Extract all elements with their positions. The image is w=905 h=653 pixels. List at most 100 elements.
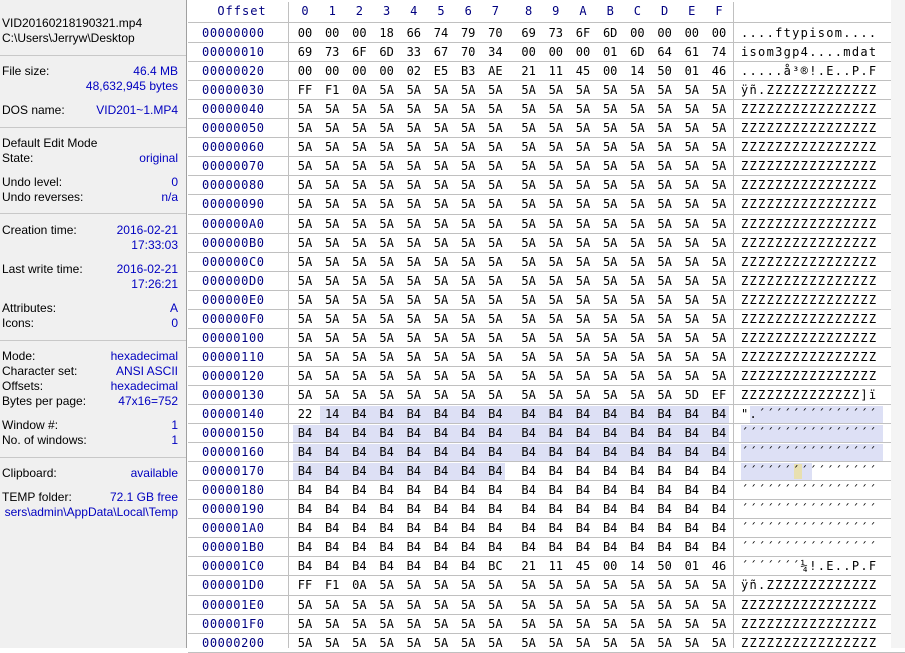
hex-byte[interactable]: 5A [546,312,566,326]
hex-byte[interactable]: 5A [458,121,478,135]
hex-byte[interactable]: 5A [485,598,505,612]
hex-byte[interactable]: 5A [295,312,315,326]
hex-byte[interactable]: B4 [458,540,478,554]
hex-byte[interactable]: 5A [682,159,702,173]
hex-byte[interactable]: 5A [546,197,566,211]
hex-byte[interactable]: 5A [682,102,702,116]
hex-byte[interactable]: 5A [519,274,539,288]
hex-byte[interactable]: 5A [458,197,478,211]
hex-byte[interactable]: 5A [377,178,397,192]
hex-byte[interactable]: 5A [485,255,505,269]
hex-byte[interactable]: 5A [627,636,647,650]
hex-byte[interactable]: B4 [431,445,451,459]
hex-byte[interactable]: 5A [404,197,424,211]
hex-byte[interactable]: 5A [322,121,342,135]
hex-byte[interactable]: B4 [431,407,451,421]
hex-byte[interactable]: B4 [322,445,342,459]
hex-byte[interactable]: 45 [573,64,593,78]
hex-byte[interactable]: 5A [431,102,451,116]
hex-byte[interactable]: 5A [431,331,451,345]
hex-byte[interactable]: 5A [349,617,369,631]
hex-byte[interactable]: 5A [458,255,478,269]
hex-byte[interactable]: B4 [655,540,675,554]
hex-byte[interactable]: 45 [573,559,593,573]
hex-byte[interactable]: 5A [627,102,647,116]
hex-byte[interactable]: B4 [600,445,620,459]
hex-byte[interactable]: 5A [519,350,539,364]
ascii-text[interactable]: ZZZZZZZZZZZZZZZZ [741,350,877,364]
hex-byte[interactable]: 5A [458,83,478,97]
hex-byte[interactable]: 5A [682,578,702,592]
hex-byte[interactable]: B4 [458,407,478,421]
hex-byte[interactable]: 5A [682,178,702,192]
hex-row[interactable]: 000001D0 FF F1 0A 5A 5A 5A 5A 5A 5A 5A 5A 5A 5A 5A 5A 5A… [188,576,905,595]
hex-byte[interactable]: B4 [377,502,397,516]
hex-byte[interactable]: 5A [349,388,369,402]
hex-byte[interactable]: B4 [377,521,397,535]
hex-byte[interactable]: 5A [546,236,566,250]
hex-byte[interactable]: 01 [682,559,702,573]
hex-byte[interactable]: B4 [295,445,315,459]
hex-byte[interactable]: 5A [458,578,478,592]
hex-byte[interactable]: 5A [404,598,424,612]
hex-byte[interactable]: B4 [349,540,369,554]
hex-byte[interactable]: 5A [322,217,342,231]
hex-row[interactable]: 00000050 5A 5A 5A 5A 5A 5A 5A 5A 5A 5A 5A 5A 5A 5A 5A 5A… [188,119,905,138]
hex-byte[interactable]: 5A [600,617,620,631]
hex-byte[interactable]: 5A [682,636,702,650]
hex-byte[interactable]: 6D [627,45,647,59]
hex-byte[interactable]: 00 [349,64,369,78]
ascii-text[interactable]: ....ftypisom.... [741,26,877,40]
hex-byte[interactable]: 5A [431,598,451,612]
hex-byte[interactable]: 5A [546,331,566,345]
hex-byte[interactable]: B4 [404,426,424,440]
hex-byte[interactable]: 5A [404,636,424,650]
hex-byte[interactable]: 69 [519,26,539,40]
hex-byte[interactable]: 5A [655,598,675,612]
hex-byte[interactable]: 5A [709,617,729,631]
hex-byte[interactable]: 5A [573,331,593,345]
ascii-text[interactable]: isom3gp4....mdat [741,45,877,59]
hex-byte[interactable]: 5A [431,312,451,326]
hex-byte[interactable]: B4 [627,407,647,421]
hex-byte[interactable]: 5A [404,140,424,154]
hex-byte[interactable]: B4 [655,483,675,497]
hex-row[interactable]: 00000200 5A 5A 5A 5A 5A 5A 5A 5A 5A 5A 5A 5A 5A 5A 5A 5A… [188,634,905,653]
hex-byte[interactable]: B4 [573,426,593,440]
hex-byte[interactable]: 5A [573,617,593,631]
hex-byte[interactable]: B4 [546,483,566,497]
ascii-text[interactable]: ZZZZZZZZZZZZZZZZ [741,293,877,307]
hex-row[interactable]: 00000020 00 00 00 00 02 E5 B3 AE 21 11 45 00 14 50 01 46… [188,62,905,81]
hex-byte[interactable]: 5A [546,578,566,592]
hex-row[interactable]: 00000090 5A 5A 5A 5A 5A 5A 5A 5A 5A 5A 5A 5A 5A 5A 5A 5A… [188,195,905,214]
hex-row[interactable]: 00000110 5A 5A 5A 5A 5A 5A 5A 5A 5A 5A 5A 5A 5A 5A 5A 5A… [188,348,905,367]
hex-byte[interactable]: 5A [627,331,647,345]
hex-byte[interactable]: B4 [295,540,315,554]
hex-byte[interactable]: 5A [377,636,397,650]
hex-row[interactable]: 00000160 B4 B4 B4 B4 B4 B4 B4 B4 B4 B4 B4 B4 B4 B4 B4 B4… [188,443,905,462]
hex-byte[interactable]: 5A [431,636,451,650]
hex-byte[interactable]: B4 [458,502,478,516]
hex-byte[interactable]: 5A [404,274,424,288]
hex-byte[interactable]: B3 [458,64,478,78]
hex-byte[interactable]: 5A [546,83,566,97]
hex-byte[interactable]: 5A [573,578,593,592]
hex-byte[interactable]: 5A [709,312,729,326]
hex-byte[interactable]: B4 [458,445,478,459]
hex-byte[interactable]: 5A [573,83,593,97]
hex-byte[interactable]: B4 [546,426,566,440]
hex-byte[interactable]: 5A [349,350,369,364]
hex-byte[interactable]: B4 [573,540,593,554]
hex-byte[interactable]: 50 [655,559,675,573]
hex-byte[interactable]: 5A [655,83,675,97]
hex-byte[interactable]: 0A [349,578,369,592]
ascii-text[interactable]: ZZZZZZZZZZZZZZZZ [741,331,877,345]
hex-byte[interactable]: 5A [682,274,702,288]
hex-byte[interactable]: 5A [485,102,505,116]
hex-byte[interactable]: B4 [322,521,342,535]
hex-byte[interactable]: 5A [458,236,478,250]
hex-byte[interactable]: B4 [709,483,729,497]
hex-byte[interactable]: 5A [655,388,675,402]
hex-byte[interactable]: 5A [682,293,702,307]
hex-byte[interactable]: B4 [682,521,702,535]
